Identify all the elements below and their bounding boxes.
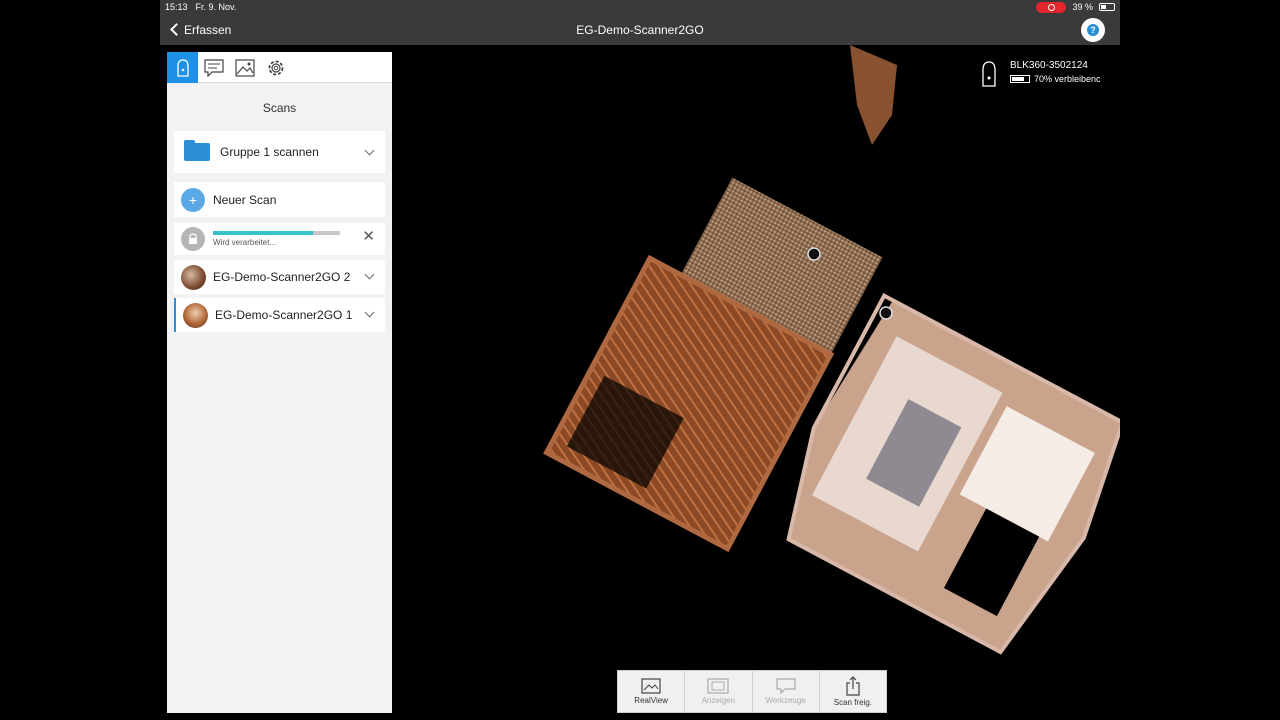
scan-item-label: EG-Demo-Scanner2GO 1 xyxy=(215,308,353,322)
point-cloud-fragment xyxy=(850,45,897,145)
chevron-left-icon xyxy=(170,23,183,36)
scan-thumbnail xyxy=(183,302,208,328)
status-date: Fr. 9. Nov. xyxy=(195,2,237,12)
display-button[interactable]: Anzeigen xyxy=(685,671,753,712)
display-label: Anzeigen xyxy=(701,696,736,705)
status-bar: 15:13 Fr. 9. Nov. 39 % xyxy=(160,0,1120,14)
scan-item-selected[interactable]: EG-Demo-Scanner2GO 1 xyxy=(174,298,385,332)
scan-group-label: Gruppe 1 scannen xyxy=(220,145,319,159)
processing-scan-item: Wird verarbeitet... ✕ xyxy=(174,223,385,255)
scanner-icon xyxy=(176,58,189,77)
scanner-status: BLK360-3502124 70% verbleibenc xyxy=(980,60,1101,88)
ipad-screen: 15:13 Fr. 9. Nov. 39 % Erfassen EG-Demo-… xyxy=(160,0,1120,720)
image-icon xyxy=(234,58,255,77)
chevron-down-icon[interactable] xyxy=(364,269,375,280)
scans-panel: Scans Gruppe 1 scannen + Neuer Scan Wird… xyxy=(167,52,392,713)
new-scan-button[interactable]: + Neuer Scan xyxy=(174,182,385,217)
battery-icon xyxy=(1099,3,1115,11)
share-icon xyxy=(846,676,860,696)
scan-lock-icon xyxy=(181,227,205,251)
help-icon: ? xyxy=(1087,24,1099,36)
point-cloud-view[interactable] xyxy=(392,45,1120,720)
share-scan-button[interactable]: Scan freig. xyxy=(820,671,886,712)
display-icon xyxy=(707,678,729,694)
bottom-toolbar: RealView Anzeigen Werkzeuge Scan freig. xyxy=(617,670,887,713)
scanner-id: BLK360-3502124 xyxy=(1010,60,1088,71)
scan-item-label: EG-Demo-Scanner2GO 2 xyxy=(213,270,351,284)
tab-notes[interactable] xyxy=(198,52,229,83)
share-scan-label: Scan freig. xyxy=(833,698,872,707)
panel-title: Scans xyxy=(262,101,297,115)
scan-position-marker-1[interactable] xyxy=(807,247,821,261)
help-button[interactable]: ? xyxy=(1081,18,1105,42)
panel-tabs xyxy=(167,52,392,83)
screen-recording-indicator[interactable] xyxy=(1036,1,1067,13)
back-button[interactable]: Erfassen xyxy=(170,22,232,37)
scan-thumbnail xyxy=(181,264,206,290)
chevron-down-icon xyxy=(364,145,375,156)
gear-icon xyxy=(268,60,283,75)
tab-images[interactable] xyxy=(229,52,260,83)
tab-scanner[interactable] xyxy=(167,52,198,83)
chevron-down-icon[interactable] xyxy=(364,307,375,318)
scanner-battery-icon xyxy=(1010,75,1030,83)
record-icon xyxy=(1047,3,1055,11)
battery-percent: 39 % xyxy=(1072,2,1093,12)
scan-progress-fill xyxy=(213,231,314,235)
back-button-label: Erfassen xyxy=(184,22,232,37)
tools-icon xyxy=(776,678,796,694)
tools-label: Werkzeuge xyxy=(765,696,806,705)
tools-button[interactable]: Werkzeuge xyxy=(753,671,820,712)
plus-icon: + xyxy=(181,187,205,212)
realview-button[interactable]: RealView xyxy=(618,671,686,712)
status-time: 15:13 xyxy=(165,2,188,12)
folder-icon xyxy=(184,140,210,161)
scanner-battery-text: 70% verbleibenc xyxy=(1034,74,1101,84)
processing-status: Wird verarbeitet... xyxy=(213,238,277,247)
tab-settings[interactable] xyxy=(260,52,291,83)
scan-progress-bar xyxy=(213,231,340,235)
new-scan-label: Neuer Scan xyxy=(213,192,277,207)
notes-icon xyxy=(203,58,224,77)
scan-item[interactable]: EG-Demo-Scanner2GO 2 xyxy=(174,260,385,294)
scan-position-marker-2[interactable] xyxy=(879,306,893,320)
realview-icon xyxy=(641,678,661,694)
scan-group-selector[interactable]: Gruppe 1 scannen xyxy=(174,131,385,173)
cancel-scan-button[interactable]: ✕ xyxy=(362,229,375,244)
scanner-device-icon xyxy=(982,61,996,87)
realview-label: RealView xyxy=(634,696,668,705)
navigation-bar: Erfassen EG-Demo-Scanner2GO ? xyxy=(160,14,1120,45)
page-title: EG-Demo-Scanner2GO xyxy=(576,22,704,37)
